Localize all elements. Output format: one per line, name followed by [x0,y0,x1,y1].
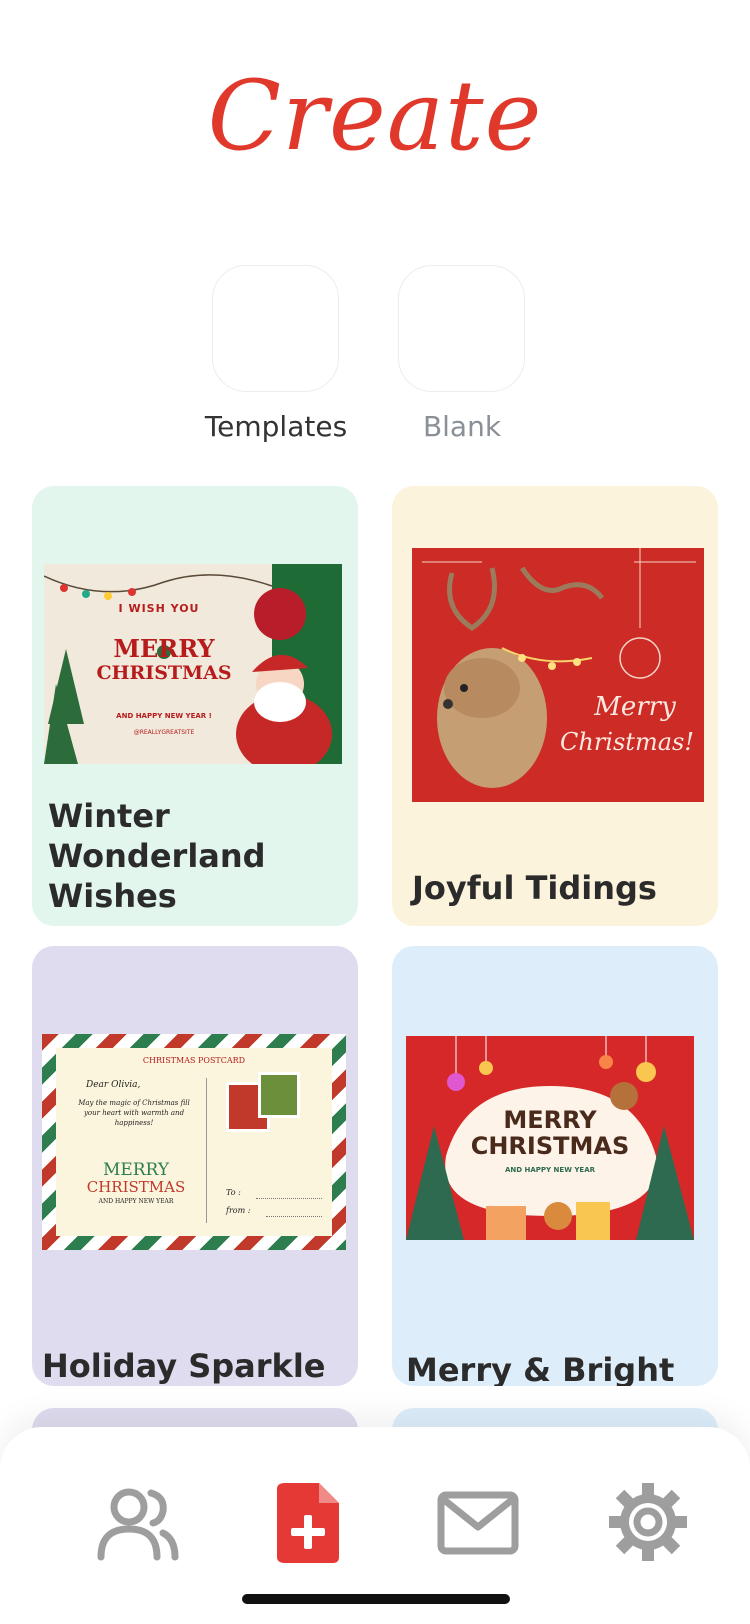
card-preview: CHRISTMAS POSTCARD Dear Olivia, May the … [42,1034,346,1250]
users-icon [97,1488,179,1561]
card-preview: I WISH YOU MERRY CHRISTMAS AND HAPPY NEW… [44,564,342,764]
mail-icon [437,1491,519,1555]
card-title: Joyful Tidings [412,869,657,907]
card-preview: MERRY CHRISTMAS AND HAPPY NEW YEAR [406,1036,694,1240]
nav-mail[interactable] [433,1477,523,1567]
postcard-christmas: CHRISTMAS [86,1178,186,1196]
card-preview: Merry Christmas! [412,548,704,802]
postcard-body: CHRISTMAS POSTCARD Dear Olivia, May the … [56,1048,332,1236]
page-title: Create [207,60,543,172]
postcard-divider [206,1078,207,1223]
postcard-stamp-2 [258,1072,300,1118]
preview-text-2: CHRISTMAS [470,1132,630,1160]
template-card-winter-wonderland[interactable]: I WISH YOU MERRY CHRISTMAS AND HAPPY NEW… [32,486,358,926]
blank-button[interactable] [398,265,525,392]
card-title: Merry & Bright [406,1351,675,1386]
card-title: Holiday Sparkle [42,1347,326,1385]
nav-settings[interactable] [603,1477,693,1567]
postcard-from: from : [226,1206,251,1215]
postcard-newyear: AND HAPPY NEW YEAR [98,1198,174,1205]
nav-contacts[interactable] [93,1477,183,1567]
preview-text-1: Merry [594,692,676,722]
template-card-merry-bright[interactable]: MERRY CHRISTMAS AND HAPPY NEW YEAR Merry… [392,946,718,1386]
file-plus-icon [277,1483,339,1563]
preview-text-1: I WISH YOU [118,602,200,615]
card-artwork [422,548,696,788]
template-card-joyful-tidings[interactable]: Merry Christmas! Joyful Tidings [392,486,718,926]
preview-text-2: MERRY [113,634,215,663]
postcard-to-line [256,1198,322,1199]
preview-text-3: AND HAPPY NEW YEAR [504,1166,596,1174]
postcard-heading: CHRISTMAS POSTCARD [142,1056,246,1065]
postcard-greeting: Dear Olivia, [86,1080,141,1090]
card-title: Winter Wonderland Wishes [48,797,266,915]
home-indicator [242,1594,510,1604]
preview-text-3: CHRISTMAS [96,662,232,684]
postcard-message: May the magic of Christmas fill your hea… [78,1099,190,1127]
postcard-merry: MERRY [102,1160,170,1180]
template-card-holiday-sparkle[interactable]: CHRISTMAS POSTCARD Dear Olivia, May the … [32,946,358,1386]
postcard-from-line [266,1216,322,1217]
nav-create[interactable] [263,1477,353,1567]
templates-label[interactable]: Templates [176,410,376,443]
settings-icon [609,1483,687,1561]
preview-text-2: Christmas! [560,728,694,756]
preview-text-5: @REALLYGREATSITE [133,729,195,736]
blank-label[interactable]: Blank [362,410,562,443]
postcard-to: To : [226,1188,241,1197]
templates-button[interactable] [212,265,339,392]
preview-text-4: AND HAPPY NEW YEAR ! [116,712,212,720]
preview-text-1: MERRY [503,1106,597,1134]
